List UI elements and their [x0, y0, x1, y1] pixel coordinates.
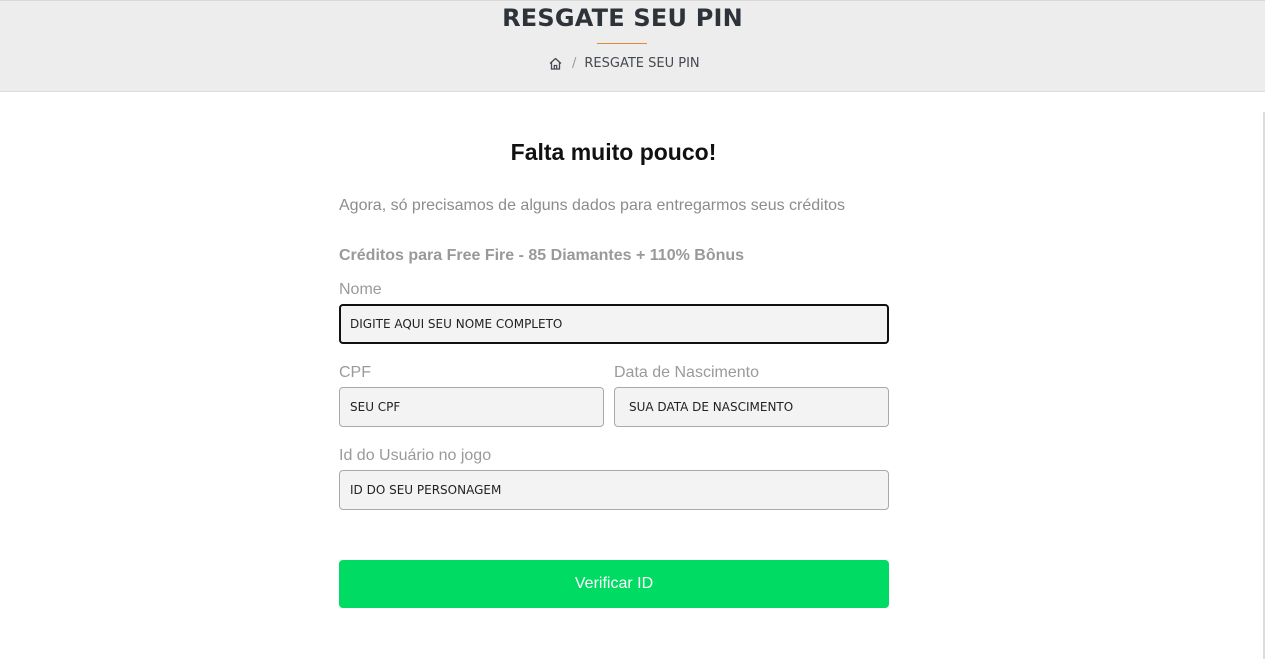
user-id-label: Id do Usuário no jogo [339, 447, 492, 464]
name-label: Nome [339, 281, 382, 298]
breadcrumb: / RESGATE SEU PIN [548, 55, 700, 71]
form-heading: Falta muito pouco! [510, 139, 717, 165]
birthdate-label: Data de Nascimento [614, 364, 759, 381]
title-underline [597, 43, 647, 44]
page-title: RESGATE SEU PIN [502, 4, 743, 32]
cpf-input[interactable] [339, 387, 604, 427]
form-subtitle: Agora, só precisamos de alguns dados par… [339, 197, 846, 214]
name-input[interactable] [339, 304, 889, 344]
breadcrumb-current: RESGATE SEU PIN [584, 55, 700, 71]
birthdate-input[interactable] [614, 387, 889, 427]
page-header: RESGATE SEU PIN / RESGATE SEU PIN [0, 0, 1265, 92]
user-id-input[interactable] [339, 470, 889, 510]
verify-id-button[interactable]: Verificar ID [339, 560, 889, 608]
credits-description: Créditos para Free Fire - 85 Diamantes +… [339, 247, 745, 264]
cpf-label: CPF [339, 364, 371, 381]
breadcrumb-separator: / [572, 55, 577, 71]
home-icon[interactable] [548, 56, 563, 71]
